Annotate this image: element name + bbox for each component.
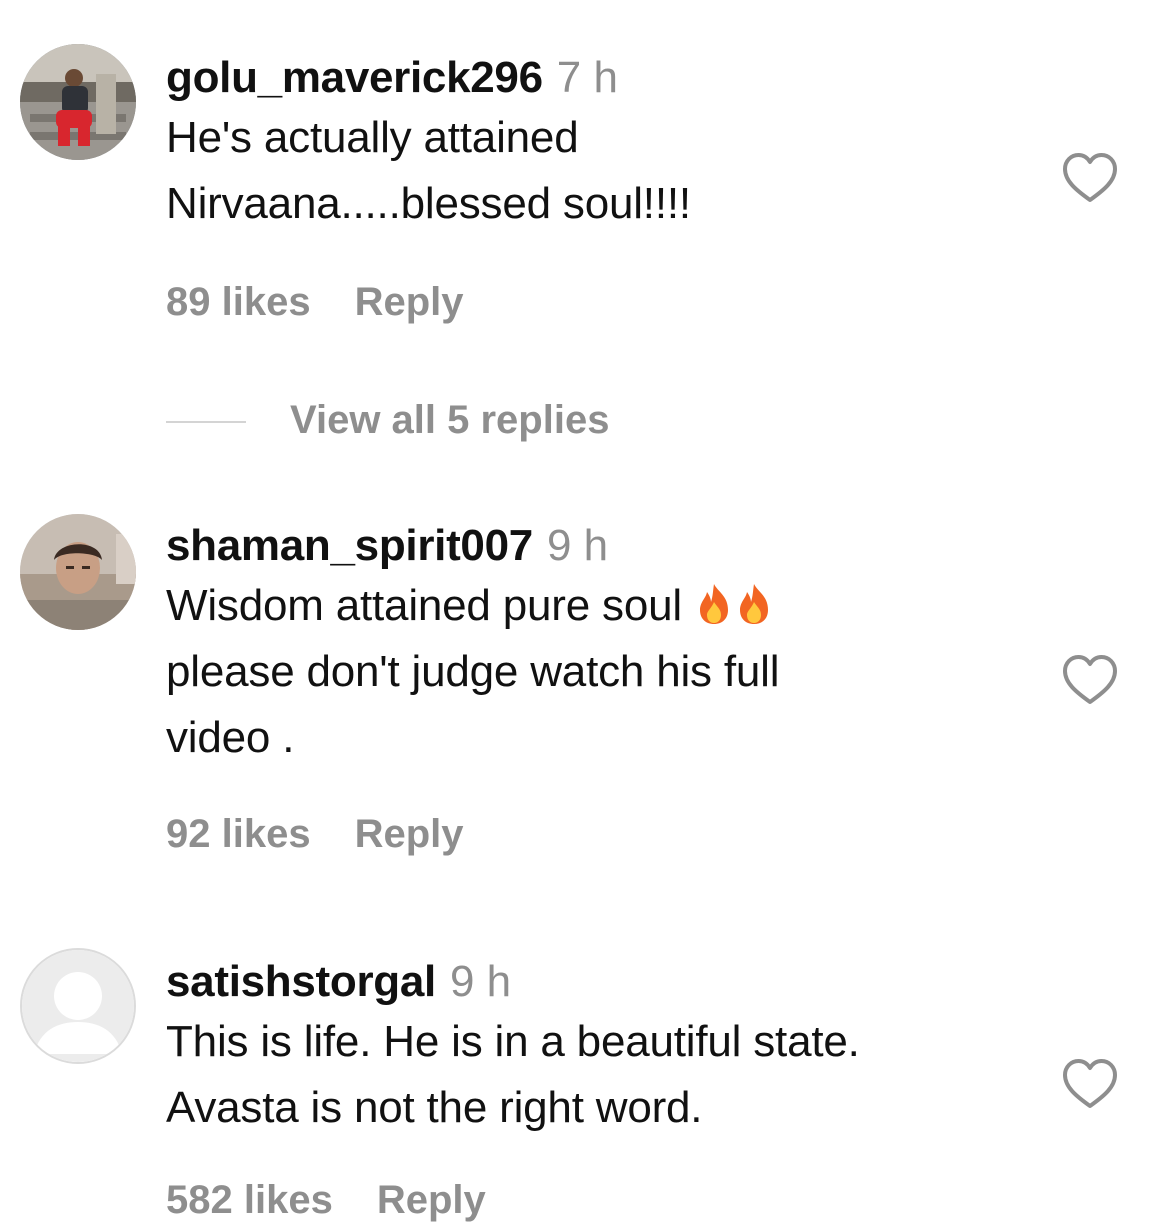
heart-outline-icon[interactable] (1062, 1058, 1118, 1110)
likes-count[interactable]: 92 likes (166, 812, 311, 857)
avatar-photo-icon (20, 514, 136, 630)
comment-text-line: please don't judge watch his full (166, 647, 780, 696)
comment-text: He's actually attained Nirvaana.....bles… (166, 105, 1026, 237)
avatar[interactable] (20, 44, 136, 160)
comment-header: satishstorgal 9 h (166, 956, 1026, 1008)
comment-header: golu_maverick296 7 h (166, 52, 1026, 104)
comment-actions: 582 likes Reply (166, 1178, 486, 1223)
avatar[interactable] (20, 514, 136, 630)
comment-text-line: Avasta is not the right word. (166, 1083, 703, 1132)
comment-text-segment: Wisdom attained pure soul (166, 581, 682, 630)
view-replies-label: View all 5 replies (290, 398, 610, 442)
fire-emoji-icon (699, 584, 728, 624)
comment-text: This is life. He is in a beautiful state… (166, 1009, 1026, 1141)
heart-outline-icon[interactable] (1062, 152, 1118, 204)
comment-actions: 89 likes Reply (166, 280, 464, 325)
likes-count[interactable]: 582 likes (166, 1178, 333, 1222)
comment-text-line: Nirvaana.....blessed soul!!!! (166, 179, 691, 228)
heart-outline-icon[interactable] (1062, 654, 1118, 706)
avatar[interactable] (20, 948, 136, 1064)
comment-text-line: This is life. He is in a beautiful state… (166, 1017, 860, 1066)
default-avatar-icon (22, 950, 134, 1062)
likes-count[interactable]: 89 likes (166, 280, 311, 325)
comment-text-line: Wisdom attained pure soul (166, 573, 1026, 639)
username[interactable]: shaman_spirit007 (166, 521, 533, 570)
timestamp[interactable]: 9 h (450, 957, 511, 1006)
reply-button[interactable]: Reply (377, 1178, 486, 1222)
username[interactable]: satishstorgal (166, 957, 436, 1006)
comment-text-line: video . (166, 713, 295, 762)
timestamp[interactable]: 9 h (547, 521, 608, 570)
reply-button[interactable]: Reply (355, 812, 464, 857)
replies-divider (166, 421, 246, 423)
fire-emoji-icon (739, 584, 768, 624)
username[interactable]: golu_maverick296 (166, 53, 543, 102)
avatar-photo-icon (20, 44, 136, 160)
timestamp[interactable]: 7 h (557, 53, 618, 102)
comment-actions: 92 likes Reply (166, 812, 464, 857)
comment-header: shaman_spirit007 9 h (166, 520, 1026, 572)
reply-button[interactable]: Reply (355, 280, 464, 325)
comment-text-line: He's actually attained (166, 113, 579, 162)
comment-text: Wisdom attained pure soul please don't j… (166, 573, 1026, 771)
